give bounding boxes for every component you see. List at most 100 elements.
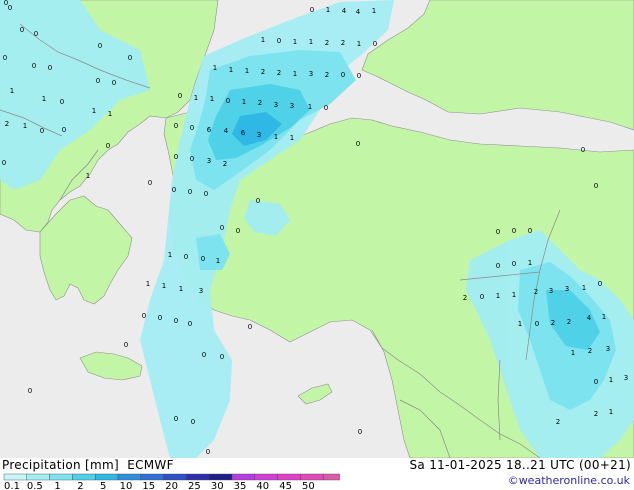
precip-value-label: 3 [290,102,294,110]
precip-value-label: 6 [207,126,212,134]
precip-value-label: 0 [172,186,176,194]
precip-value-label: 4 [342,7,347,15]
precip-value-label: 1 [179,285,183,293]
precip-value-label: 1 [42,95,46,103]
precip-value-label: 0 [324,104,328,112]
precip-value-label: 0 [174,415,178,423]
color-scale: 0.1 0.5 1 2 5 10 15 20 25 30 35 40 45 50 [3,473,340,490]
precip-value-label: 3 [549,287,553,295]
precip-value-label: 1 [86,172,90,180]
precip-value-label: 3 [606,345,610,353]
precip-value-label: 0 [28,387,32,395]
precip-value-label: 0 [106,142,110,150]
precip-value-label: 1 [326,6,330,14]
precip-value-label: 0 [62,126,66,134]
color-scale-swatch [140,473,164,481]
precip-value-label: 1 [216,257,220,265]
legend-footer: Precipitation [mm] ECMWF Sa 11-01-2025 1… [0,458,634,490]
credit-link[interactable]: ©weatheronline.co.uk [508,474,630,487]
precip-value-label: 1 [261,36,265,44]
precip-value-label: 0 [142,312,146,320]
color-scale-tick-label: 0.1 [4,481,20,490]
precip-value-label: 0 [190,124,194,132]
color-scale-tick-label: 50 [302,481,315,490]
precip-value-label: 2 [5,120,9,128]
precip-value-label: 0 [277,37,281,45]
precip-value-label: 0 [480,293,484,301]
precip-value-label: 2 [258,99,262,107]
precip-value-label: 0 [20,26,24,34]
precip-value-label: 0 [112,79,116,87]
precip-value-label: 2 [325,71,329,79]
precip-value-label: 1 [602,313,606,321]
precip-value-label: 0 [128,54,132,62]
precip-value-label: 0 [98,42,102,50]
precip-value-label: 2 [588,347,592,355]
precip-value-label: 1 [290,134,294,142]
precip-value-label: 3 [207,157,211,165]
precip-value-label: 0 [191,418,195,426]
precip-value-label: 0 [158,314,162,322]
color-scale-tick-label: 15 [142,481,155,490]
precip-value-label: 0 [594,378,598,386]
color-scale-swatch [94,473,119,481]
color-scale-swatch [186,473,210,481]
precip-value-label: 0 [357,72,361,80]
precip-value-label: 1 [162,282,166,290]
color-scale-tick-label: 10 [120,481,133,490]
color-scale-tick-label: 35 [234,481,247,490]
precip-value-label: 3 [624,374,628,382]
precip-value-label: 2 [567,318,571,326]
color-scale-tick-label: 25 [188,481,201,490]
precip-value-label: 1 [309,38,313,46]
precip-value-label: 1 [213,64,217,72]
precipitation-map: 0 1 4 4 1 1 0 1 1 2 2 1 0 1 1 1 2 2 1 3 2 0 0 0 1 1 0 1 2 3 3 1 0 0 0 6 4 6 3 1… [0,0,634,458]
color-scale-swatch [231,473,255,481]
precip-value-label: 0 [34,30,38,38]
color-scale-tick-label: 2 [77,481,83,490]
precip-value-label: 3 [199,287,203,295]
precip-value-label: 1 [372,7,376,15]
precip-value-label: 2 [463,294,467,302]
precip-value-label: 0 [310,6,314,14]
precip-value-label: 0 [8,4,12,12]
precip-value-label: 0 [40,127,44,135]
precip-value-label: 0 [202,351,206,359]
precip-value-label: 1 [609,376,613,384]
precip-value-label: 2 [534,288,538,296]
precip-value-label: 0 [174,317,178,325]
color-scale-tick-label: 5 [100,481,106,490]
color-scale-swatch [117,473,141,481]
precip-value-label: 1 [609,408,613,416]
precip-value-label: 0 [220,353,224,361]
precip-value-label: 0 [188,320,192,328]
precip-value-label: 2 [341,39,345,47]
precip-value-label: 0 [512,260,516,268]
precip-value-label: 1 [146,280,150,288]
precip-value-label: 0 [594,182,598,190]
color-scale-swatch [3,473,27,481]
precip-value-label: 0 [248,323,252,331]
precip-value-label: 0 [204,190,208,198]
precip-value-label: 0 [4,0,8,7]
precip-value-label: 0 [174,153,178,161]
precip-value-label: 0 [373,40,377,48]
precip-value-label: 0 [174,122,178,130]
precip-value-label: 2 [556,418,560,426]
map-title-left: Precipitation [mm] ECMWF [2,458,174,472]
precip-value-label: 1 [194,94,198,102]
precip-value-label: 1 [168,251,172,259]
precip-value-label: 1 [229,66,233,74]
precip-value-label: 3 [309,70,313,78]
precip-value-label: 1 [210,95,214,103]
precip-value-label: 0 [148,179,152,187]
precip-value-label: 3 [274,101,278,109]
precip-value-label: 1 [571,349,575,357]
precip-value-label: 1 [293,38,297,46]
precip-value-label: 4 [224,127,229,135]
precip-value-label: 4 [587,314,592,322]
precip-value-label: 1 [357,40,361,48]
precip-value-label: 1 [274,133,278,141]
precip-value-label: 0 [124,341,128,349]
color-scale-tick-label: 20 [165,481,178,490]
